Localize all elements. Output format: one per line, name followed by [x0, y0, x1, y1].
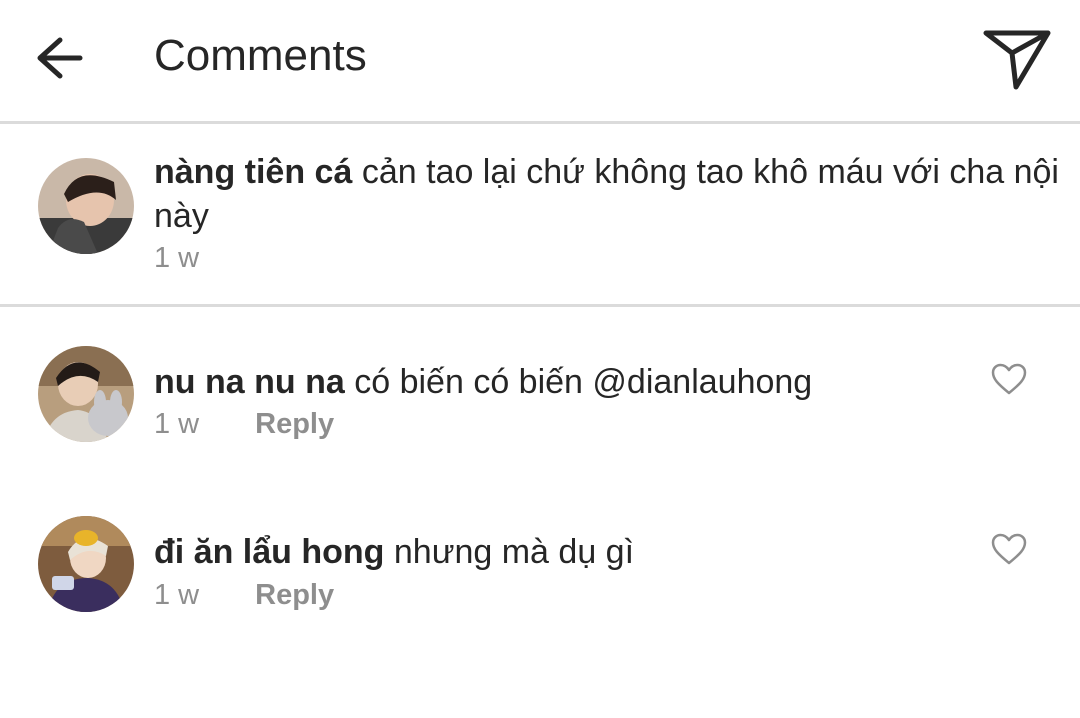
reply-button[interactable]: Reply [255, 406, 334, 442]
caption-text: nàng tiên cá cản tao lại chứ không tao k… [154, 150, 1074, 238]
arrow-left-icon [37, 37, 83, 79]
comments-header: Comments [0, 0, 1080, 120]
back-button[interactable] [32, 30, 88, 86]
heart-outline-icon[interactable] [990, 362, 1028, 396]
comment-meta: 1 w Reply [154, 406, 334, 442]
page-title: Comments [154, 31, 367, 80]
comment-username[interactable]: nu na nu na [154, 363, 345, 401]
caption-time: 1 w [154, 242, 200, 274]
comment-body: có biến có biến @dianlauhong [354, 363, 813, 401]
reply-button[interactable]: Reply [255, 577, 334, 613]
avatar[interactable] [38, 346, 134, 442]
heart-outline-icon[interactable] [990, 532, 1028, 566]
comment-body: nhưng mà dụ gì [393, 533, 635, 571]
comment-time: 1 w [154, 579, 200, 611]
comment-username[interactable]: đi ăn lẩu hong [154, 533, 384, 571]
comment-text: nu na nu na có biến có biến @dianlauhong [154, 360, 954, 404]
caption-divider [0, 304, 1080, 307]
comment-meta: 1 w Reply [154, 577, 334, 613]
avatar[interactable] [38, 516, 134, 612]
comment-time: 1 w [154, 408, 200, 440]
paper-plane-icon [983, 30, 1051, 90]
caption-username[interactable]: nàng tiên cá [154, 153, 352, 191]
avatar[interactable] [38, 158, 134, 254]
comment-text: đi ăn lẩu hong nhưng mà dụ gì [154, 530, 954, 574]
share-button[interactable] [980, 24, 1054, 94]
header-divider [0, 121, 1080, 124]
caption-meta: 1 w [154, 240, 199, 276]
